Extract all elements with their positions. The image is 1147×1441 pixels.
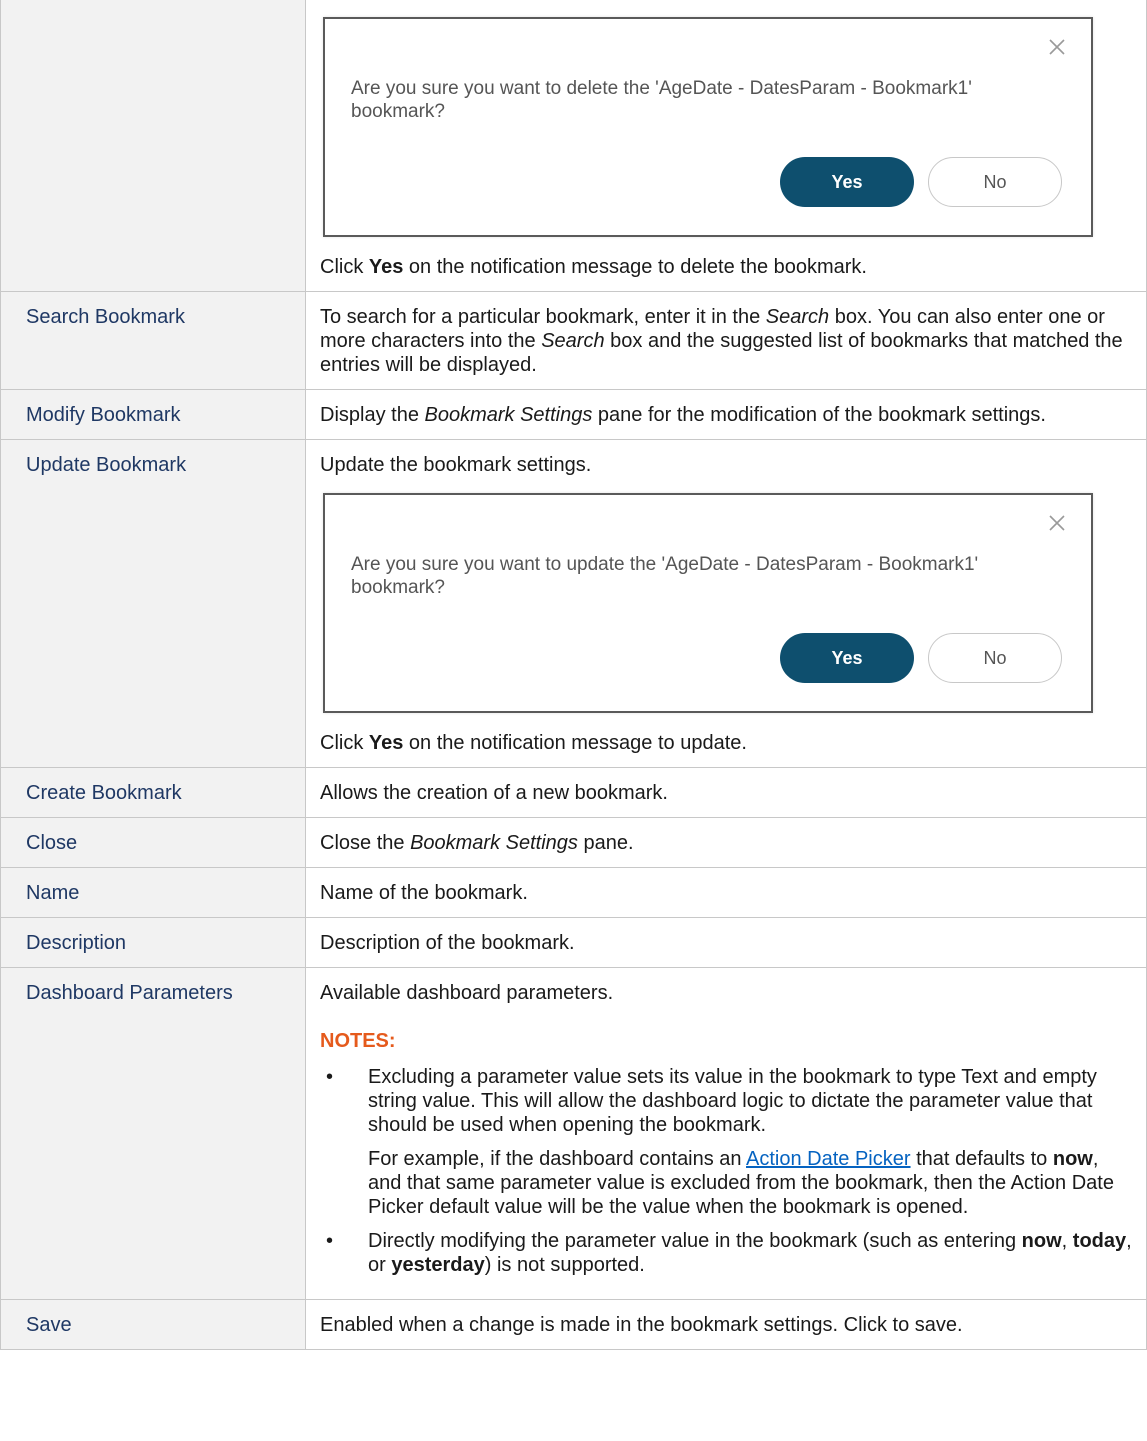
yes-button[interactable]: Yes (780, 633, 914, 683)
list-item: • Excluding a parameter value sets its v… (326, 1066, 1114, 1218)
close-icon[interactable] (1047, 513, 1067, 533)
table-row-search: Search Bookmark To search for a particul… (0, 291, 1147, 390)
dialog-message: Are you sure you want to delete the 'Age… (351, 78, 972, 122)
update-confirm-dialog: Are you sure you want to update the 'Age… (323, 493, 1093, 713)
table-row-delete: Are you sure you want to delete the 'Age… (0, 0, 1147, 292)
row-desc-delete: Are you sure you want to delete the 'Age… (305, 0, 1147, 292)
row-label-close: Close (0, 817, 306, 868)
dialog-message: Are you sure you want to update the 'Age… (351, 554, 979, 598)
yes-button[interactable]: Yes (780, 157, 914, 207)
update-text: Update the bookmark settings. (320, 454, 592, 476)
row-label-delete (0, 0, 306, 292)
row-desc-close: Close the Bookmark Settings pane. (305, 817, 1147, 868)
notes-list: • Excluding a parameter value sets its v… (320, 1065, 1136, 1277)
table-row-close: Close Close the Bookmark Settings pane. (0, 817, 1147, 868)
update-instruction: Click Yes on the notification message to… (320, 732, 747, 754)
bullet-icon: • (326, 1230, 334, 1252)
row-label-modify: Modify Bookmark (0, 389, 306, 440)
row-label-save: Save (0, 1299, 306, 1350)
table-row-modify: Modify Bookmark Display the Bookmark Set… (0, 389, 1147, 440)
bookmark-settings-table: Are you sure you want to delete the 'Age… (0, 0, 1147, 1350)
row-desc-name: Name of the bookmark. (305, 867, 1147, 918)
row-label-update: Update Bookmark (0, 439, 306, 768)
row-label-params: Dashboard Parameters (0, 967, 306, 1300)
no-button[interactable]: No (928, 157, 1062, 207)
bullet-icon: • (326, 1066, 334, 1088)
no-button[interactable]: No (928, 633, 1062, 683)
table-row-params: Dashboard Parameters Available dashboard… (0, 967, 1147, 1300)
delete-instruction: Click Yes on the notification message to… (320, 256, 867, 278)
row-label-name: Name (0, 867, 306, 918)
close-icon[interactable] (1047, 37, 1067, 57)
table-row-create: Create Bookmark Allows the creation of a… (0, 767, 1147, 818)
table-row-description: Description Description of the bookmark. (0, 917, 1147, 968)
row-desc-create: Allows the creation of a new bookmark. (305, 767, 1147, 818)
row-desc-description: Description of the bookmark. (305, 917, 1147, 968)
row-label-description: Description (0, 917, 306, 968)
params-text: Available dashboard parameters. (320, 982, 614, 1004)
delete-confirm-dialog: Are you sure you want to delete the 'Age… (323, 17, 1093, 237)
table-row-name: Name Name of the bookmark. (0, 867, 1147, 918)
row-desc-search: To search for a particular bookmark, ent… (305, 291, 1147, 390)
notes-heading: NOTES: (320, 1030, 396, 1052)
action-date-picker-link[interactable]: Action Date Picker (746, 1148, 911, 1170)
list-item: • Directly modifying the parameter value… (326, 1230, 1132, 1276)
table-row-update: Update Bookmark Update the bookmark sett… (0, 439, 1147, 768)
row-label-create: Create Bookmark (0, 767, 306, 818)
row-label-search: Search Bookmark (0, 291, 306, 390)
table-row-save: Save Enabled when a change is made in th… (0, 1299, 1147, 1350)
row-desc-update: Update the bookmark settings. Are you su… (305, 439, 1147, 768)
row-desc-params: Available dashboard parameters. NOTES: •… (305, 967, 1147, 1300)
row-desc-save: Enabled when a change is made in the boo… (305, 1299, 1147, 1350)
row-desc-modify: Display the Bookmark Settings pane for t… (305, 389, 1147, 440)
